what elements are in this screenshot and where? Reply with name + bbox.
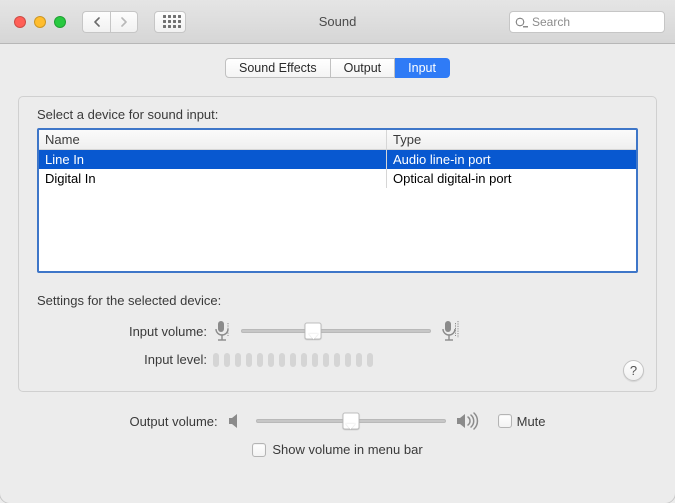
mute-label: Mute — [517, 414, 546, 429]
level-bar — [246, 353, 252, 367]
forward-button[interactable] — [110, 11, 138, 33]
speaker-high-icon — [456, 412, 484, 430]
input-volume-wrap — [213, 320, 459, 342]
minimize-window-button[interactable] — [34, 16, 46, 28]
input-volume-label: Input volume: — [37, 324, 213, 339]
window-controls — [10, 16, 66, 28]
chevron-right-icon — [120, 17, 128, 27]
level-bar — [334, 353, 340, 367]
help-button[interactable]: ? — [623, 360, 644, 381]
tab-input[interactable]: Input — [395, 58, 450, 78]
input-volume-row: Input volume: — [37, 320, 638, 342]
col-type-header[interactable]: Type — [387, 132, 636, 147]
settings-label: Settings for the selected device: — [37, 293, 638, 308]
level-bar — [235, 353, 241, 367]
tab-sound-effects[interactable]: Sound Effects — [225, 58, 331, 78]
close-window-button[interactable] — [14, 16, 26, 28]
show-all-button[interactable] — [154, 11, 186, 33]
grid-icon — [163, 15, 177, 28]
input-level-row: Input level: — [37, 352, 638, 367]
speaker-low-icon — [228, 413, 246, 429]
level-bar — [224, 353, 230, 367]
input-volume-knob[interactable] — [305, 323, 322, 340]
tab-output[interactable]: Output — [331, 58, 396, 78]
mic-low-icon — [213, 320, 231, 342]
mute-checkbox[interactable] — [498, 414, 512, 428]
level-bar — [268, 353, 274, 367]
output-volume-knob[interactable] — [342, 413, 359, 430]
menubar-row: Show volume in menu bar — [18, 442, 657, 457]
device-type: Optical digital-in port — [387, 171, 636, 186]
input-volume-slider[interactable] — [241, 329, 431, 333]
input-level-label: Input level: — [37, 352, 213, 367]
back-button[interactable] — [82, 11, 110, 33]
zoom-window-button[interactable] — [54, 16, 66, 28]
level-bar — [290, 353, 296, 367]
output-volume-label: Output volume: — [129, 414, 217, 429]
level-bar — [257, 353, 263, 367]
device-type: Audio line-in port — [387, 152, 636, 167]
level-bar — [312, 353, 318, 367]
mic-high-icon — [441, 320, 459, 342]
device-name: Line In — [39, 150, 387, 169]
table-row[interactable]: Line InAudio line-in port — [39, 150, 636, 169]
device-table[interactable]: Name Type Line InAudio line-in portDigit… — [37, 128, 638, 273]
mute-group: Mute — [498, 414, 546, 429]
tabs: Sound EffectsOutputInput — [18, 58, 657, 78]
col-name-header[interactable]: Name — [39, 130, 387, 149]
select-device-label: Select a device for sound input: — [37, 107, 638, 122]
level-bar — [301, 353, 307, 367]
search-wrap — [509, 11, 665, 33]
table-header: Name Type — [39, 130, 636, 150]
nav-group — [82, 11, 138, 33]
level-bar — [367, 353, 373, 367]
table-row[interactable]: Digital InOptical digital-in port — [39, 169, 636, 188]
search-input[interactable] — [509, 11, 665, 33]
content: Sound EffectsOutputInput Select a device… — [0, 44, 675, 469]
input-level-meter — [213, 353, 373, 367]
level-bar — [356, 353, 362, 367]
input-panel: Select a device for sound input: Name Ty… — [18, 96, 657, 392]
output-volume-row: Output volume: Mute — [18, 412, 657, 430]
menubar-checkbox[interactable] — [252, 443, 266, 457]
chevron-left-icon — [93, 17, 101, 27]
level-bar — [213, 353, 219, 367]
titlebar: Sound — [0, 0, 675, 44]
level-bar — [345, 353, 351, 367]
level-bar — [323, 353, 329, 367]
menubar-label: Show volume in menu bar — [272, 442, 422, 457]
output-volume-slider[interactable] — [256, 419, 446, 423]
device-name: Digital In — [39, 169, 387, 188]
level-bar — [279, 353, 285, 367]
